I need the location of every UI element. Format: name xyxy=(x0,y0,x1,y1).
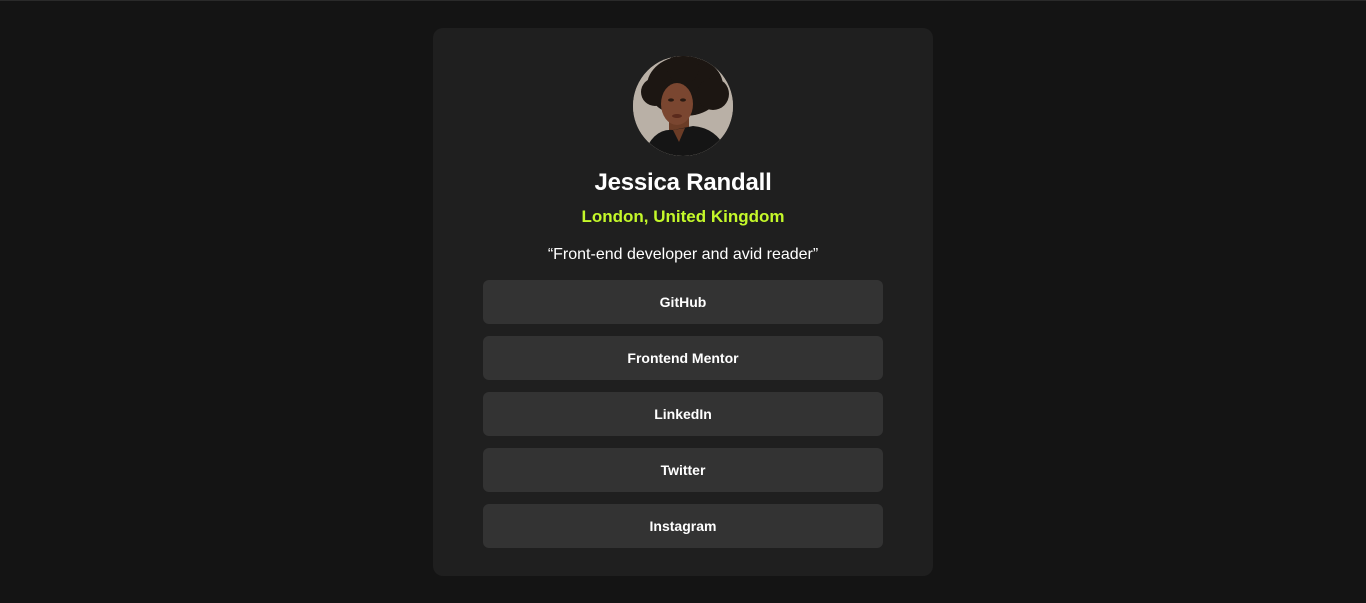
instagram-link-button[interactable]: Instagram xyxy=(483,504,883,548)
profile-bio: “Front-end developer and avid reader” xyxy=(547,246,819,263)
github-link-button[interactable]: GitHub xyxy=(483,280,883,324)
frontend-mentor-link-button[interactable]: Frontend Mentor xyxy=(483,336,883,380)
social-links-list: GitHub Frontend Mentor LinkedIn Twitter … xyxy=(483,280,883,548)
profile-name: Jessica Randall xyxy=(594,169,772,196)
profile-card: Jessica Randall London, United Kingdom “… xyxy=(433,28,933,576)
avatar-photo-icon xyxy=(633,56,733,156)
avatar xyxy=(633,56,733,156)
page-background: Jessica Randall London, United Kingdom “… xyxy=(0,0,1366,603)
linkedin-link-button[interactable]: LinkedIn xyxy=(483,392,883,436)
twitter-link-button[interactable]: Twitter xyxy=(483,448,883,492)
profile-location: London, United Kingdom xyxy=(581,207,785,226)
